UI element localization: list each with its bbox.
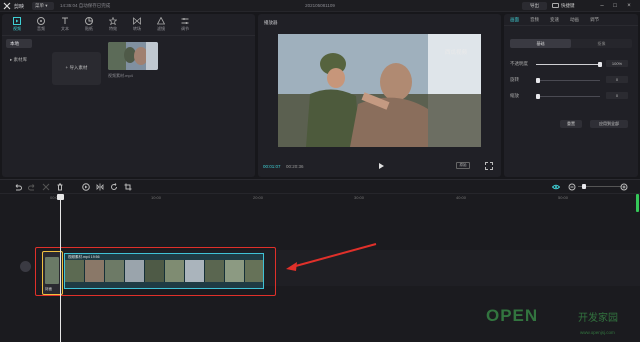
scale-row: 缩放 0 — [510, 92, 632, 100]
tab-animation[interactable]: 动画 — [570, 17, 579, 23]
filter-icon — [157, 17, 165, 25]
text-icon — [62, 17, 68, 24]
tool-tabs: 视频 音频 文本 贴纸 特效 转场 滤镜 调节 — [2, 14, 255, 36]
adjust-icon — [181, 18, 189, 24]
video-preview[interactable]: 西瓜视频 — [278, 34, 481, 147]
shortcut-button[interactable]: 快捷键 — [552, 2, 582, 10]
tab-picture[interactable]: 画面 — [510, 17, 519, 23]
scale-value[interactable]: 0 — [606, 92, 628, 99]
footer-watermark: OPEN — [486, 306, 539, 325]
video-icon — [13, 17, 21, 25]
opacity-slider[interactable] — [536, 62, 602, 67]
video-watermark: 西瓜视频 — [444, 50, 467, 56]
media-side-nav: 本地 ▸ 素材库 — [6, 39, 32, 71]
tab-audio[interactable]: 音频 — [530, 17, 539, 23]
transition-icon — [133, 17, 141, 25]
scale-slider[interactable] — [536, 94, 600, 99]
opacity-value[interactable]: 100% — [606, 60, 628, 67]
tool-text[interactable]: 文本 — [54, 16, 76, 34]
rotation-slider[interactable] — [536, 78, 600, 83]
tab-adjust[interactable]: 调节 — [590, 17, 599, 23]
audio-icon — [37, 17, 45, 25]
tool-audio[interactable]: 音频 — [30, 16, 52, 34]
property-subtabs: 基础 抠像 — [510, 39, 632, 48]
media-file-name: 视频素材.mp4 — [108, 73, 133, 78]
slider-knob[interactable] — [598, 62, 602, 67]
tab-speed[interactable]: 变速 — [550, 17, 559, 23]
minimize-icon[interactable]: – — [598, 2, 606, 10]
footer-watermark-url: www.openjsj.com — [580, 330, 615, 335]
player-title: 播放器 — [264, 20, 278, 25]
import-media-button[interactable]: + 导入素材 — [52, 52, 101, 85]
close-icon[interactable]: × — [625, 2, 633, 10]
sticker-icon — [85, 17, 93, 25]
media-thumbnail[interactable] — [108, 42, 158, 70]
playhead[interactable] — [60, 194, 61, 342]
reset-button[interactable]: 重置 — [560, 120, 582, 128]
total-time: 00:20:36 — [286, 164, 304, 169]
slider-knob[interactable] — [536, 78, 540, 83]
rotation-row: 旋转 0 — [510, 76, 632, 84]
slider-knob[interactable] — [536, 94, 540, 99]
subtab-cutout[interactable]: 抠像 — [571, 39, 632, 48]
aspect-ratio-button[interactable]: 原始 — [456, 162, 470, 169]
tool-video[interactable]: 视频 — [6, 16, 28, 34]
timeline-panel: 00:00 10:00 20:00 30:00 40:00 50:00 封面 视… — [0, 179, 640, 342]
current-time: 00:01:07 — [263, 164, 281, 169]
title-bar: 剪映 菜单 ▾ 14:35:04 自动保存已完成 202105081109 导出… — [0, 0, 640, 12]
player-panel: 播放器 西瓜视频 00:01:07 00:20:36 原始 — [258, 14, 501, 177]
export-button[interactable]: 导出 — [522, 2, 547, 10]
tool-effects[interactable]: 特效 — [102, 16, 124, 34]
fullscreen-icon[interactable] — [485, 162, 493, 170]
properties-panel: 画面 音频 变速 动画 调节 基础 抠像 不透明度 100% 旋转 0 缩放 0… — [504, 14, 638, 177]
side-item-library[interactable]: ▸ 素材库 — [6, 55, 32, 64]
subtab-basic[interactable]: 基础 — [510, 39, 571, 48]
tool-sticker[interactable]: 贴纸 — [78, 16, 100, 34]
opacity-row: 不透明度 100% — [510, 60, 632, 68]
effects-icon — [109, 17, 117, 25]
side-item-local[interactable]: 本地 — [6, 39, 32, 48]
rotation-value[interactable]: 0 — [606, 76, 628, 83]
tool-filter[interactable]: 滤镜 — [150, 16, 172, 34]
media-panel: 视频 音频 文本 贴纸 特效 转场 滤镜 调节 本地 ▸ 素材库 + 导入素材 … — [2, 14, 255, 177]
play-icon[interactable] — [377, 162, 385, 170]
media-preview-image — [108, 42, 158, 70]
tool-adjust[interactable]: 调节 — [174, 16, 196, 34]
apply-all-button[interactable]: 应用到全部 — [590, 120, 628, 128]
keyboard-icon — [552, 3, 559, 9]
tool-transition[interactable]: 转场 — [126, 16, 148, 34]
scroll-handle[interactable] — [636, 194, 639, 212]
maximize-icon[interactable]: □ — [611, 2, 619, 10]
property-tabs: 画面 音频 变速 动画 调节 — [504, 14, 638, 26]
annotation-arrow-icon — [286, 243, 377, 271]
footer-watermark-sub: 开发家园 — [578, 313, 618, 324]
